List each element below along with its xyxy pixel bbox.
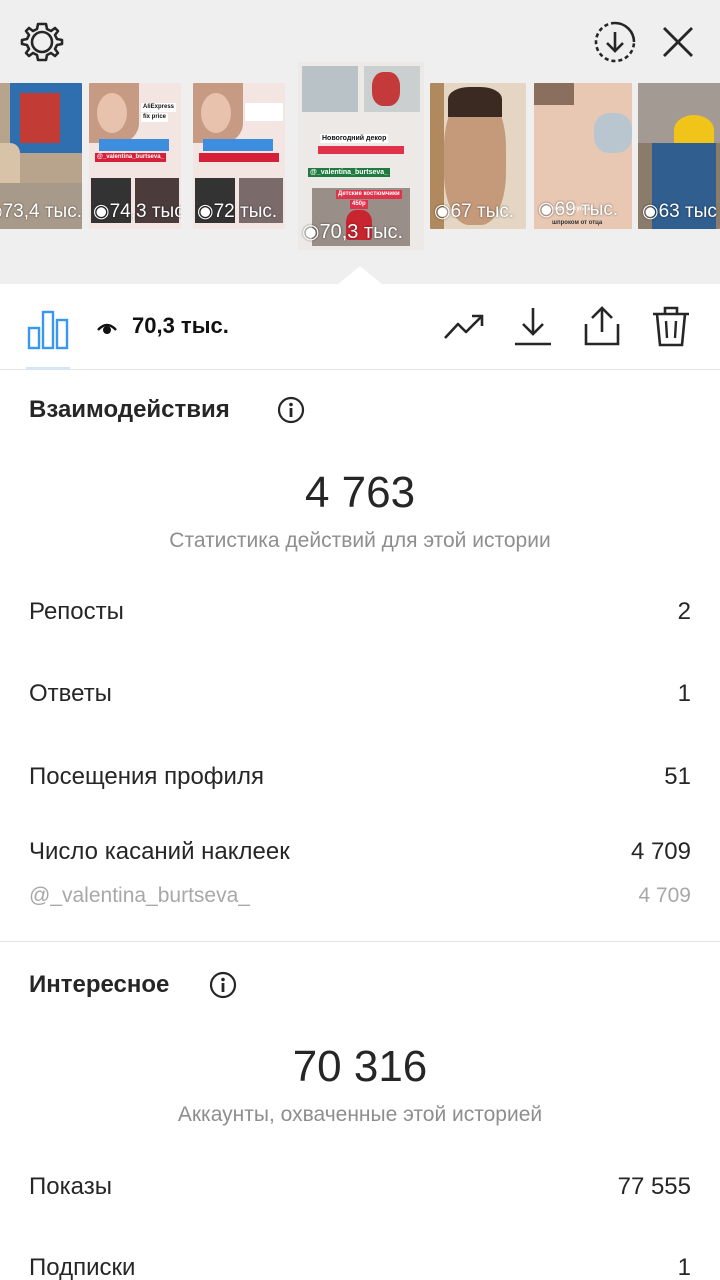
thumb-text: @_valentina_burtseva_ xyxy=(95,153,166,162)
gear-icon[interactable] xyxy=(20,20,64,64)
info-icon[interactable] xyxy=(209,971,237,999)
trend-icon[interactable] xyxy=(442,304,486,348)
thumb-text: @_valentina_burtseva_ xyxy=(308,168,391,177)
interactions-subtitle: Статистика действий для этой истории xyxy=(169,529,551,552)
impressions-value: 77 555 xyxy=(617,1173,691,1200)
download-circle-icon[interactable] xyxy=(593,20,637,64)
thumb-text: 450р xyxy=(350,200,368,209)
story-views: ◉70,3 тыс. xyxy=(302,221,404,243)
reposts-value: 2 xyxy=(677,598,691,625)
story-thumbnails: ◉73,4 тыс. AliExpress fix price @_valent… xyxy=(0,62,720,252)
discovery-title: Интересное xyxy=(29,971,170,998)
views-total: 70,3 тыс. xyxy=(132,313,229,338)
story-views: ◉67 тыс. xyxy=(434,201,515,222)
follows-value: 1 xyxy=(677,1254,691,1280)
download-icon[interactable] xyxy=(511,304,555,348)
insights-toolbar: 70,3 тыс. xyxy=(0,284,720,370)
story-views: ◉72 тыс. xyxy=(197,201,278,222)
sticker-mention-label: @_valentina_burtseva_ xyxy=(29,884,250,907)
reach-subtitle: Аккаунты, охваченные этой историей xyxy=(177,1103,543,1126)
share-icon[interactable] xyxy=(580,304,624,348)
replies-label: Ответы xyxy=(29,680,112,707)
story-views: ◉69 тыс. xyxy=(538,199,619,220)
story-views: ◉73,4 тыс. xyxy=(0,201,82,222)
story-strip-area: ◉73,4 тыс. AliExpress fix price @_valent… xyxy=(0,0,720,284)
thumb-text: Детские костюмчики xyxy=(336,190,402,199)
reposts-label: Репосты xyxy=(29,598,124,625)
story-thumbnail[interactable]: Новая услуга в шпроком от отца ◉69 тыс. xyxy=(534,83,632,229)
impressions-label: Показы xyxy=(29,1173,112,1200)
info-icon[interactable] xyxy=(277,396,305,424)
story-thumbnail[interactable]: ◉72 тыс. xyxy=(193,83,285,229)
thumb-text: AliExpress xyxy=(141,103,177,112)
trash-icon[interactable] xyxy=(649,304,693,348)
follows-label: Подписки xyxy=(29,1254,136,1280)
sticker-mention-value: 4 709 xyxy=(638,884,691,907)
story-views: ◉74,3 тыс. xyxy=(93,201,181,222)
story-thumbnail[interactable]: ◉63 тыс xyxy=(638,83,720,229)
close-icon[interactable] xyxy=(656,20,700,64)
profile-visits-label: Посещения профиля xyxy=(29,763,264,790)
thumb-text: Новогодний декор xyxy=(320,134,389,143)
sticker-taps-value: 4 709 xyxy=(630,838,691,865)
thumb-text: fix price xyxy=(141,113,169,122)
story-thumbnail[interactable]: ◉67 тыс. xyxy=(430,83,526,229)
interactions-title: Взаимодействия xyxy=(29,396,230,423)
section-divider xyxy=(0,941,720,942)
story-thumbnail[interactable]: AliExpress fix price @_valentina_burtsev… xyxy=(89,83,181,229)
eye-icon xyxy=(97,323,117,334)
reach-total: 70 316 xyxy=(292,1042,428,1091)
active-pointer xyxy=(338,266,382,284)
bar-chart-icon[interactable] xyxy=(26,306,70,350)
replies-value: 1 xyxy=(677,680,691,707)
profile-visits-value: 51 xyxy=(664,763,691,790)
interactions-total: 4 763 xyxy=(304,468,416,517)
active-tab-indicator xyxy=(26,367,70,370)
sticker-taps-label: Число касаний наклеек xyxy=(29,838,290,865)
story-thumbnail[interactable]: ◉73,4 тыс. xyxy=(0,83,82,229)
story-views: ◉63 тыс xyxy=(642,201,717,222)
story-thumbnail-active[interactable]: Новогодний декор @_valentina_burtseva_ Д… xyxy=(298,62,424,250)
